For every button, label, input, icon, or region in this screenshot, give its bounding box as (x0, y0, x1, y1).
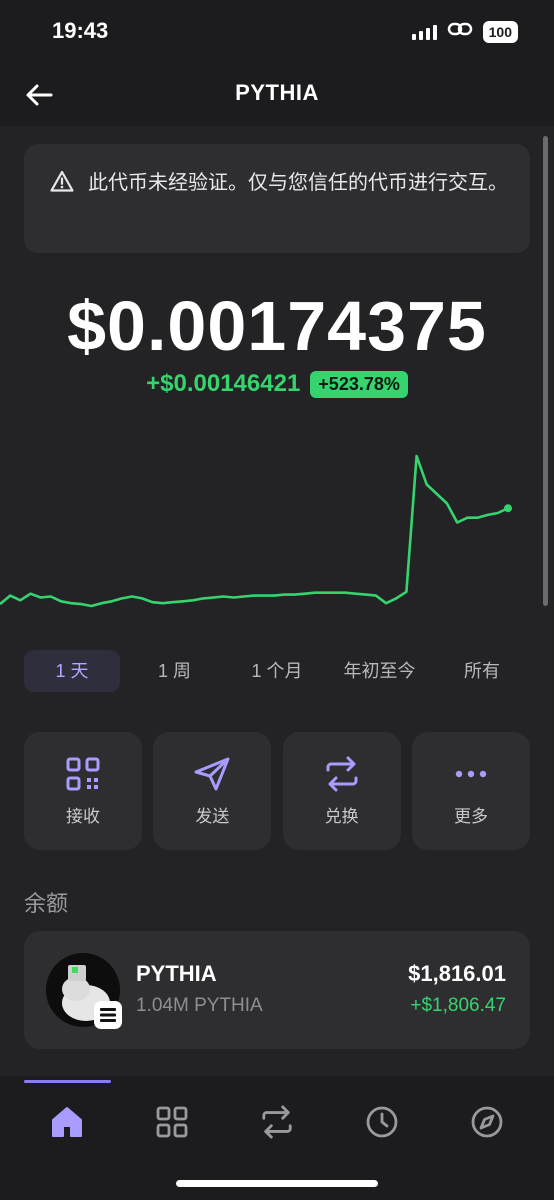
range-tab-0[interactable]: 1 天 (24, 650, 120, 692)
tab-history[interactable] (358, 1098, 406, 1146)
token-amount: 1.04M PYTHIA (136, 995, 263, 1016)
send-label: 发送 (195, 806, 230, 826)
compass-icon (471, 1106, 503, 1138)
price-change-value: +$0.00146421 (146, 370, 301, 397)
swap-icon (262, 1105, 292, 1139)
price-change-row: +$0.00146421 +523.78% (0, 370, 554, 398)
price-change-percent-badge: +523.78% (310, 370, 408, 398)
tab-apps[interactable] (148, 1098, 196, 1146)
nav-bar: PYTHIA (0, 64, 554, 126)
send-icon (194, 757, 230, 790)
grid-icon (156, 1106, 188, 1138)
link-icon (447, 20, 473, 43)
token-balance-card[interactable]: PYTHIA 1.04M PYTHIA $1,816.01 +$1,806.47 (24, 931, 530, 1049)
range-tab-3[interactable]: 年初至今 (332, 650, 428, 692)
price-line-series (0, 454, 509, 608)
action-buttons: 接收 发送 兑换 更多 (24, 732, 530, 850)
solana-chain-icon (94, 1001, 122, 1029)
receive-label: 接收 (66, 806, 100, 826)
range-tab-2[interactable]: 1 个月 (229, 650, 325, 692)
active-tab-indicator (24, 1080, 111, 1083)
tab-swap[interactable] (253, 1098, 301, 1146)
cellular-signal-icon (411, 24, 437, 40)
range-tab-1[interactable]: 1 周 (127, 650, 223, 692)
time-range-tabs: 1 天1 周1 个月 年初至今 所有 (24, 650, 530, 692)
price-line-endpoint (504, 504, 512, 513)
status-icons: 100 (411, 20, 518, 43)
history-icon (366, 1106, 398, 1138)
status-bar: 19:43 100 (0, 0, 554, 64)
more-icon (455, 770, 487, 777)
page-title: PYTHIA (235, 80, 319, 105)
send-button[interactable]: 发送 (153, 732, 272, 850)
balance-heading: 余额 (24, 891, 69, 916)
warning-triangle-icon (50, 170, 74, 192)
bottom-tab-bar (0, 1076, 554, 1200)
swap-label: 兑换 (324, 806, 359, 826)
tab-home[interactable] (43, 1098, 91, 1146)
more-label: 更多 (453, 806, 488, 826)
token-name: PYTHIA (136, 961, 217, 986)
token-price: $0.00174375 (67, 287, 487, 365)
token-change: +$1,806.47 (410, 995, 506, 1016)
more-button[interactable]: 更多 (411, 732, 530, 850)
token-value: $1,816.01 (408, 961, 506, 986)
swap-icon (326, 756, 358, 791)
warning-text: 此代币未经验证。仅与您信任的代币进行交互。 (88, 172, 508, 194)
range-tab-4[interactable]: 所有 (434, 650, 530, 692)
price-chart[interactable] (0, 446, 554, 616)
home-indicator (176, 1180, 378, 1187)
receive-button[interactable]: 接收 (24, 732, 142, 850)
battery-icon: 100 (482, 20, 518, 43)
home-icon (52, 1107, 82, 1137)
tab-explore[interactable] (463, 1098, 511, 1146)
qr-code-icon (66, 757, 100, 790)
token-detail-content[interactable]: 此代币未经验证。仅与您信任的代币进行交互。 $0.00174375 +$0.00… (0, 126, 554, 1076)
status-time: 19:43 (52, 18, 109, 43)
unverified-warning: 此代币未经验证。仅与您信任的代币进行交互。 (24, 144, 530, 253)
swap-button[interactable]: 兑换 (282, 732, 401, 850)
